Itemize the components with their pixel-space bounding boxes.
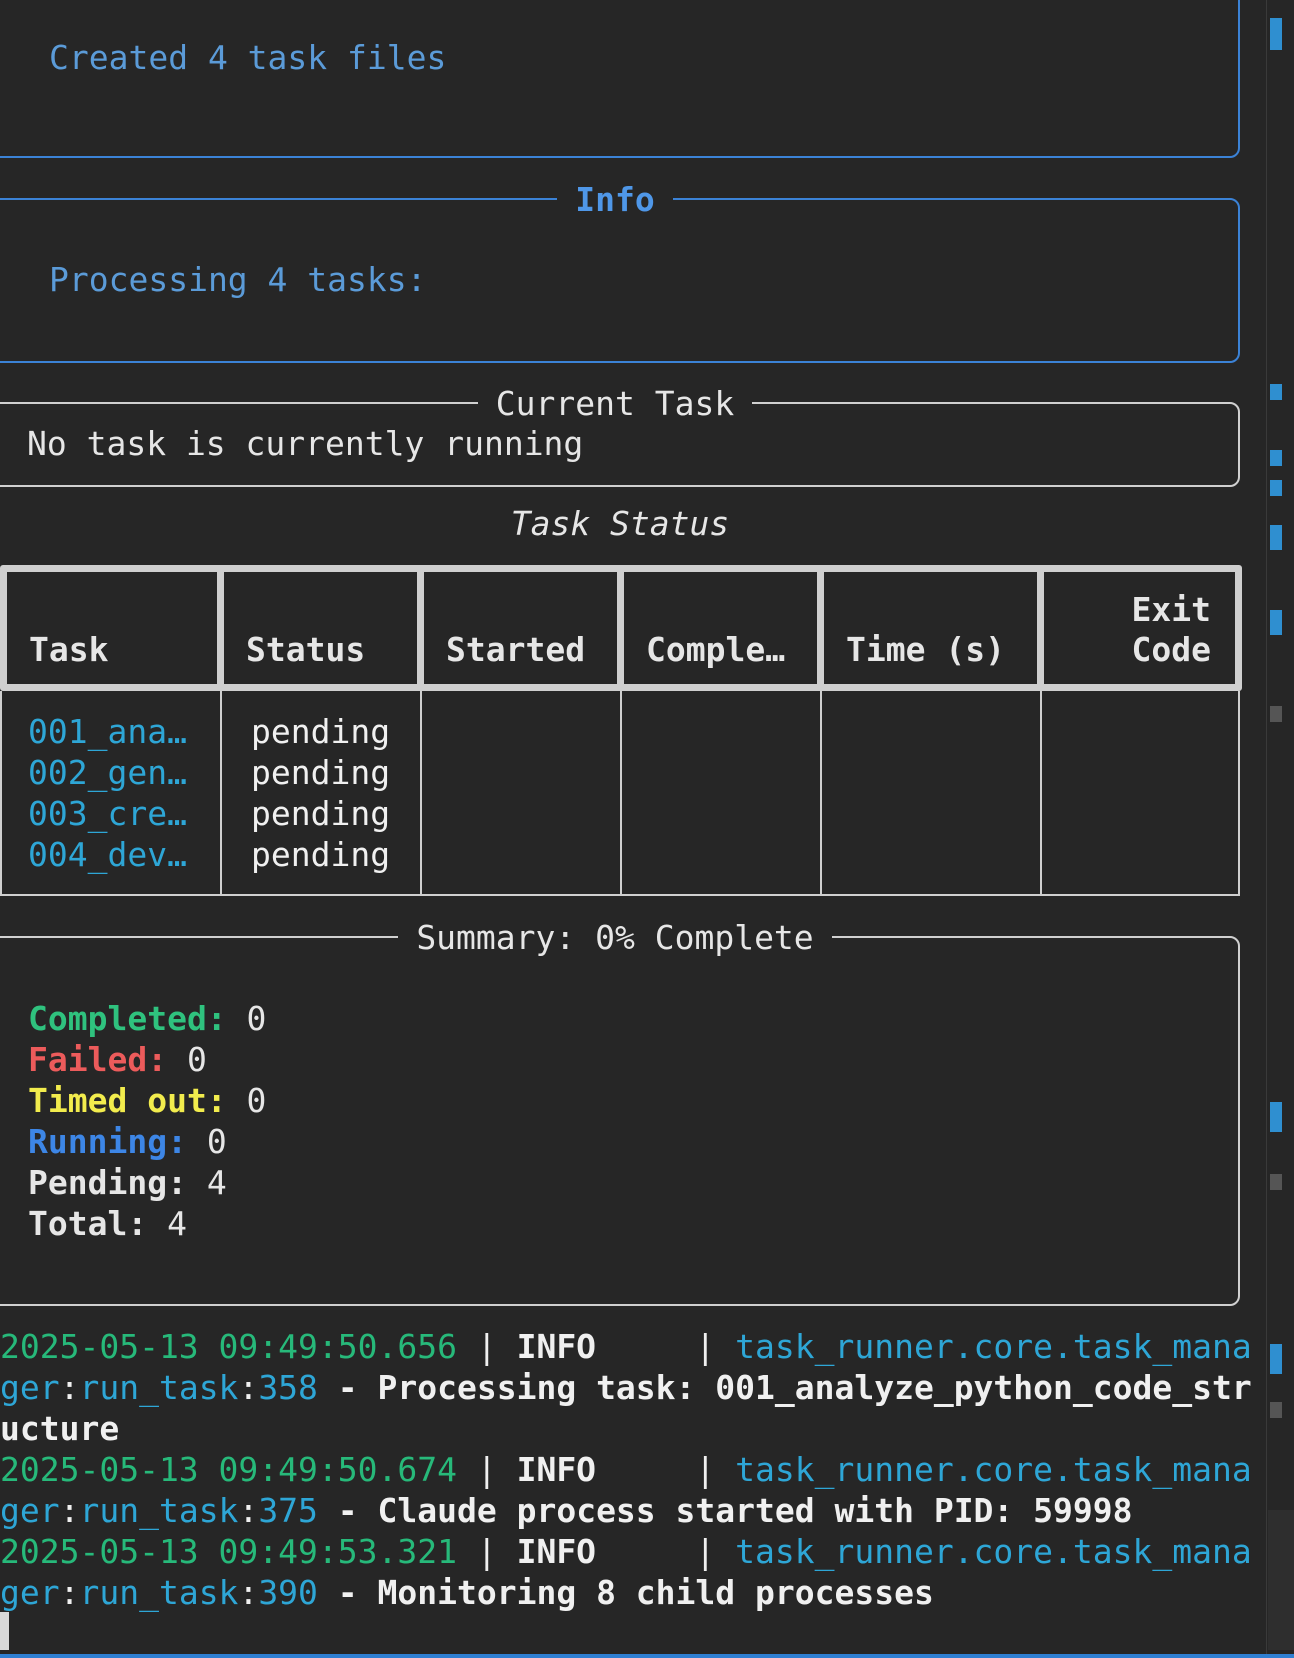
column-status: pending pending pending pending xyxy=(220,691,420,894)
summary-label: Pending: xyxy=(28,1163,187,1202)
column-completed xyxy=(620,691,820,894)
summary-value: 0 xyxy=(167,1040,207,1079)
scroll-marker xyxy=(1270,480,1282,496)
log-line: ger:run_task:358 - Processing task: 001_… xyxy=(0,1368,1252,1407)
header-time: Time (s) xyxy=(817,572,1037,684)
summary-item: Completed: 0 xyxy=(28,998,266,1039)
summary-label: Timed out: xyxy=(28,1081,227,1120)
summary-item: Pending: 4 xyxy=(28,1162,227,1203)
column-exit-code xyxy=(1040,691,1238,894)
scroll-marker xyxy=(1270,1102,1282,1132)
summary-label: Running: xyxy=(28,1122,187,1161)
log-line: ucture xyxy=(0,1409,120,1448)
scroll-marker xyxy=(1270,610,1282,635)
info-panel-text: Processing 4 tasks: xyxy=(49,260,427,299)
table-row-status: pending xyxy=(251,712,391,751)
column-task: 001_ana… 002_gen… 003_cre… 004_dev… xyxy=(2,691,220,894)
column-time xyxy=(820,691,1040,894)
current-task-title: Current Task xyxy=(477,384,753,423)
summary-item: Timed out: 0 xyxy=(28,1080,266,1121)
current-task-panel: Current Task No task is currently runnin… xyxy=(0,384,1240,487)
summary-value: 4 xyxy=(186,1163,227,1202)
table-header: Task Status Started Comple… Time (s) Exi… xyxy=(0,565,1242,691)
summary-value: 0 xyxy=(226,999,267,1038)
output-panel-text: Created 4 task files xyxy=(49,38,447,77)
table-row-task[interactable]: 002_gen… xyxy=(28,752,220,793)
log-line: 2025-05-13 09:49:50.656 | INFO | task_ru… xyxy=(0,1327,1252,1366)
table-row-task[interactable]: 003_cre… xyxy=(28,793,220,834)
table-row-task[interactable]: 001_ana… xyxy=(28,711,220,752)
log-output: 2025-05-13 09:49:50.656 | INFO | task_ru… xyxy=(0,1326,1252,1613)
table-body: 001_ana… 002_gen… 003_cre… 004_dev… pend… xyxy=(0,691,1240,896)
scroll-marker xyxy=(1270,1174,1282,1190)
header-completed: Comple… xyxy=(617,572,817,684)
log-line: 2025-05-13 09:49:53.321 | INFO | task_ru… xyxy=(0,1532,1252,1571)
scroll-marker xyxy=(1270,1344,1282,1374)
scroll-thumb[interactable] xyxy=(1268,1510,1294,1650)
table-row-status: pending xyxy=(251,835,391,874)
summary-item: Running: 0 xyxy=(28,1121,227,1162)
log-line: ger:run_task:390 - Monitoring 8 child pr… xyxy=(0,1573,934,1612)
scroll-marker xyxy=(1270,1402,1282,1418)
summary-title: Summary: 0% Complete xyxy=(398,918,832,957)
terminal-cursor xyxy=(0,1612,9,1650)
summary-label: Total: xyxy=(28,1204,148,1243)
summary-value: 4 xyxy=(147,1204,187,1243)
summary-label: Completed: xyxy=(28,999,227,1038)
header-task: Task xyxy=(29,630,109,669)
info-panel: Info Processing 4 tasks: xyxy=(0,180,1240,363)
info-panel-title: Info xyxy=(557,180,673,219)
current-task-text: No task is currently running xyxy=(27,424,584,463)
status-bar-edge xyxy=(0,1654,1294,1658)
scroll-marker xyxy=(1270,384,1282,400)
table-row-status: pending xyxy=(251,753,391,792)
header-exit-code: Exit Code xyxy=(1037,572,1235,684)
scroll-marker xyxy=(1270,706,1282,722)
summary-value: 0 xyxy=(226,1081,267,1120)
summary-item: Total: 4 xyxy=(28,1203,187,1244)
summary-value: 0 xyxy=(186,1122,227,1161)
table-row-task[interactable]: 004_dev… xyxy=(28,834,220,875)
column-started xyxy=(420,691,620,894)
output-panel: Created 4 task files xyxy=(0,0,1240,158)
header-status: Status xyxy=(217,572,417,684)
scroll-marker xyxy=(1270,450,1282,466)
summary-item: Failed: 0 xyxy=(28,1039,207,1080)
table-caption: Task Status xyxy=(510,504,730,543)
log-line: 2025-05-13 09:49:50.674 | INFO | task_ru… xyxy=(0,1450,1252,1489)
log-line: ger:run_task:375 - Claude process starte… xyxy=(0,1491,1133,1530)
scroll-marker xyxy=(1270,18,1282,50)
scroll-marker xyxy=(1270,525,1282,550)
header-started: Started xyxy=(417,572,617,684)
table-row-status: pending xyxy=(251,794,391,833)
summary-label: Failed: xyxy=(28,1040,168,1079)
